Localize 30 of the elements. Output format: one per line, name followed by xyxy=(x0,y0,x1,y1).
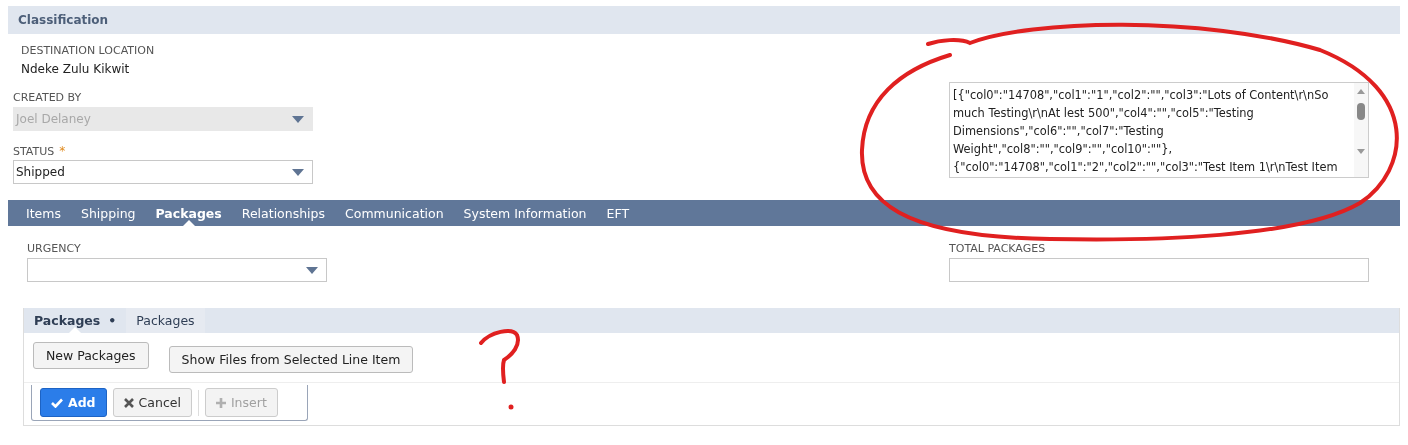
tab[interactable]: EFT xyxy=(598,200,638,226)
scrollbar[interactable] xyxy=(1354,83,1368,177)
field-label: TOTAL PACKAGES xyxy=(949,242,1047,256)
plus-icon xyxy=(215,397,226,408)
status-select[interactable]: Shipped xyxy=(13,160,313,184)
caret-icon xyxy=(292,168,304,176)
tab[interactable]: Shipping xyxy=(72,200,144,226)
field-label: DESTINATION LOCATION xyxy=(21,44,156,58)
caret-icon xyxy=(306,266,318,274)
tab[interactable]: Relationships xyxy=(233,200,334,226)
tab[interactable]: Packages xyxy=(147,200,230,226)
action-button[interactable]: New Packages xyxy=(33,342,149,369)
action-button[interactable]: Show Files from Selected Line Item xyxy=(168,346,414,373)
cancel-button[interactable]: Cancel xyxy=(112,388,192,417)
add-button[interactable]: Add xyxy=(40,388,107,417)
field-label: CREATED BY xyxy=(13,91,83,105)
tab[interactable]: System Information xyxy=(455,200,595,226)
total-packages-field[interactable] xyxy=(949,258,1369,282)
tab[interactable]: Communication xyxy=(337,200,452,226)
close-icon xyxy=(123,397,134,408)
subtab[interactable]: Packages xyxy=(126,308,205,333)
urgency-select[interactable] xyxy=(27,258,327,282)
field-label: URGENCY xyxy=(27,242,82,256)
text-area[interactable]: [{"col0":"14708","col1":"1","col2":"","col3":"Lots of Content\r\nSo much Testing\r\nAt lest 500","col4":"","col5":"Testing Dimensions","col6":"","col7":"Testing Weight","col8":"","col9":"","col10":""}, {"col0":"14708","col1":"2","col2":"","col3":"Test Item 1\r\nTest Item xyxy=(949,82,1369,178)
check-icon xyxy=(51,397,63,408)
section-title: Classification xyxy=(18,13,109,27)
field-label: STATUS * xyxy=(13,144,67,158)
field-value: Ndeke Zulu Kikwit xyxy=(21,62,131,76)
caret-icon xyxy=(292,115,304,123)
tab[interactable]: Items xyxy=(18,200,69,226)
